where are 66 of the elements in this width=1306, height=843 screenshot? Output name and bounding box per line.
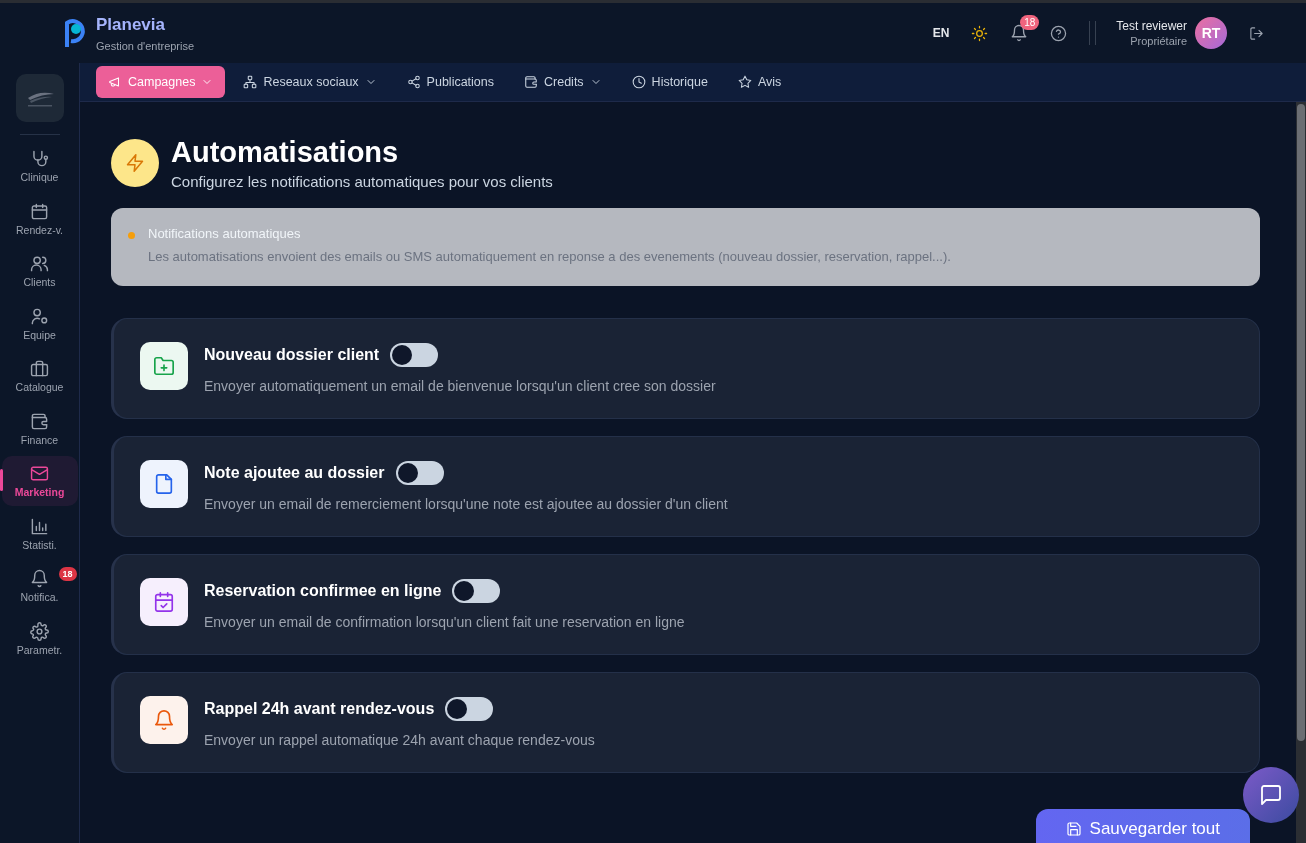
sidebar-item[interactable]: Equipe — [1, 298, 78, 349]
user-role: Propriétaire — [1129, 35, 1187, 47]
users-icon — [30, 254, 49, 273]
sidebar-item[interactable]: Parametr. — [1, 613, 78, 664]
logout-icon — [1249, 25, 1264, 41]
toggle-switch[interactable] — [395, 461, 444, 485]
scrollbar[interactable] — [1296, 102, 1306, 843]
sun-icon — [971, 24, 989, 42]
automation-description: Envoyer automatiquement un email de bienvenue lorsqu'un client cree son dossier — [204, 378, 716, 394]
logo-icon — [62, 17, 88, 49]
mail-icon — [30, 464, 49, 483]
save-button[interactable]: Sauvegarder tout — [1035, 809, 1250, 843]
sidebar-item[interactable]: Catalogue — [1, 351, 78, 401]
share-icon — [406, 75, 421, 89]
calendar-icon — [30, 201, 49, 221]
automation-title: Reservation confirmee en ligne — [204, 582, 442, 600]
sidebar-item[interactable]: Rendez-v. — [1, 193, 78, 244]
nav-tab[interactable]: Reseaux sociaux — [231, 66, 389, 98]
notification-badge: 18 — [58, 567, 77, 581]
automation-description: Envoyer un rappel automatique 24h avant chaque rendez-vous — [204, 732, 595, 748]
page-title: Automatisations — [171, 136, 400, 169]
nav-tab[interactable]: Historique — [619, 66, 720, 98]
stethoscope-icon — [30, 149, 49, 168]
briefcase-icon — [30, 359, 49, 378]
notice-title: Notifications automatiques — [148, 226, 302, 241]
bell-icon — [30, 569, 49, 588]
chat-button[interactable] — [1243, 767, 1299, 823]
save-icon — [1065, 821, 1082, 837]
app-subtitle: Gestion d'entreprise — [96, 39, 195, 52]
sidebar-item[interactable]: Marketing — [1, 456, 78, 506]
language-button[interactable]: EN — [932, 26, 950, 40]
automation-description: Envoyer un email de remerciement lorsqu'une note est ajoutee au dossier d'un client — [204, 496, 728, 512]
sidebar-item[interactable]: Clinique — [1, 141, 78, 191]
automation-title: Note ajoutee au dossier — [204, 464, 385, 482]
user-name: Test reviewer — [1116, 19, 1187, 33]
page-subtitle: Configurez les notifications automatiques pour vos clients — [171, 173, 553, 190]
wallet-icon — [30, 411, 49, 431]
sidebar-item[interactable]: Statisti. — [1, 508, 78, 559]
message-icon — [1259, 783, 1283, 807]
automation-title: Nouveau dossier client — [204, 346, 380, 364]
lightning-icon — [125, 153, 145, 173]
megaphone-icon — [108, 75, 122, 89]
automation-title: Rappel 24h avant rendez-vous — [204, 700, 435, 718]
settings-icon — [30, 621, 49, 641]
toggle-switch[interactable] — [445, 697, 494, 721]
notification-badge: 18 — [1020, 15, 1040, 30]
automation-description: Envoyer un email de confirmation lorsqu'un client fait une reservation en ligne — [204, 614, 685, 630]
sidebar-item[interactable]: Notifica. 18 — [1, 561, 78, 611]
clock-icon — [631, 75, 646, 89]
wallet-icon — [524, 75, 538, 89]
status-dot — [128, 232, 135, 239]
star-icon — [737, 75, 752, 89]
bar-chart-icon — [30, 516, 49, 536]
help-icon — [1050, 24, 1068, 42]
app-name: Planevia — [96, 14, 166, 35]
notification-bell-icon — [1010, 24, 1029, 42]
nav-tab[interactable]: Avis — [725, 66, 794, 98]
toggle-switch[interactable] — [452, 579, 501, 603]
toggle-switch[interactable] — [390, 343, 439, 367]
nav-tab[interactable]: Credits — [512, 66, 614, 98]
nav-tab[interactable]: Publications — [394, 66, 506, 98]
network-icon — [243, 75, 258, 89]
sidebar-item[interactable]: Clients — [1, 246, 78, 296]
user-gear-icon — [30, 306, 49, 326]
notice-text: Les automatisations envoient des emails ou SMS automatiquement en reponse a des evenements (nouveau dossier, reservation, rappel...). — [148, 249, 952, 264]
sidebar-item[interactable]: Finance — [1, 403, 78, 454]
